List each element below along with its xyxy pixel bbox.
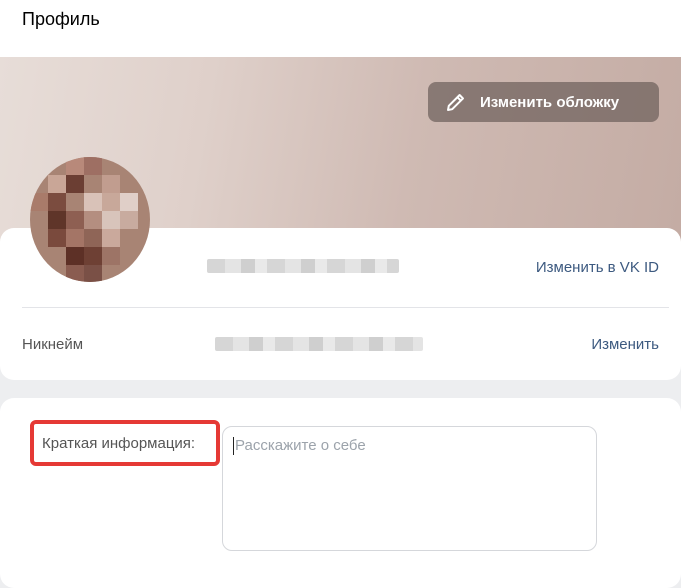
text-caret xyxy=(233,437,234,455)
user-name xyxy=(207,259,399,273)
page-title: Профиль xyxy=(22,9,100,29)
divider xyxy=(22,307,669,308)
edit-in-vkid-link[interactable]: Изменить в VK ID xyxy=(536,259,659,277)
nickname-label: Никнейм xyxy=(22,336,84,353)
top-bar: Профиль xyxy=(0,0,681,57)
avatar[interactable] xyxy=(30,157,150,282)
about-label-text: Краткая информация: xyxy=(42,434,196,452)
about-label: Краткая информация: xyxy=(30,420,220,466)
about-textarea[interactable] xyxy=(222,426,597,551)
edit-nickname-link[interactable]: Изменить xyxy=(591,336,659,354)
edit-cover-button[interactable]: Изменить обложку xyxy=(428,82,659,122)
edit-cover-label: Изменить обложку xyxy=(480,93,620,111)
pencil-icon xyxy=(444,90,468,114)
nickname-value xyxy=(215,337,423,351)
